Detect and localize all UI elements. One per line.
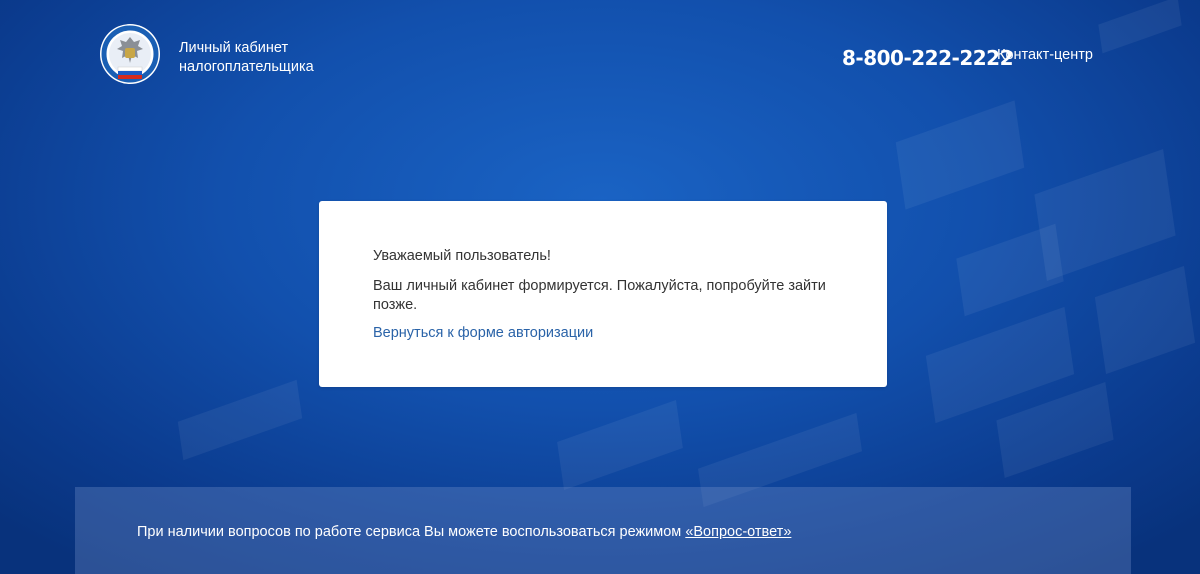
greeting-text: Уважаемый пользователь! (373, 248, 551, 264)
brand-title-line1: Личный кабинет (179, 40, 289, 56)
status-message: Ваш личный кабинет формируется. Пожалуйс… (373, 278, 826, 313)
contact-center-link[interactable]: Контакт-центр (997, 47, 1093, 63)
footer-help-sentence: При наличии вопросов по работе сервиса В… (137, 524, 682, 540)
message-card: Уважаемый пользователь! Ваш личный кабин… (319, 201, 887, 387)
footer-panel: При наличии вопросов по работе сервиса В… (75, 487, 1131, 574)
footer-help-text: При наличии вопросов по работе сервиса В… (137, 524, 791, 540)
faq-link[interactable]: «Вопрос-ответ» (685, 524, 791, 540)
back-to-login-link[interactable]: Вернуться к форме авторизации (373, 325, 593, 341)
message-content: Уважаемый пользователь! Ваш личный кабин… (373, 247, 843, 343)
brand-title[interactable]: Личный кабинет налогоплательщика (179, 39, 314, 77)
phone-number-link[interactable]: 8-800-222-2222 (842, 46, 1013, 70)
brand-title-line2: налогоплательщика (179, 59, 314, 75)
fns-emblem-icon[interactable] (99, 23, 161, 85)
